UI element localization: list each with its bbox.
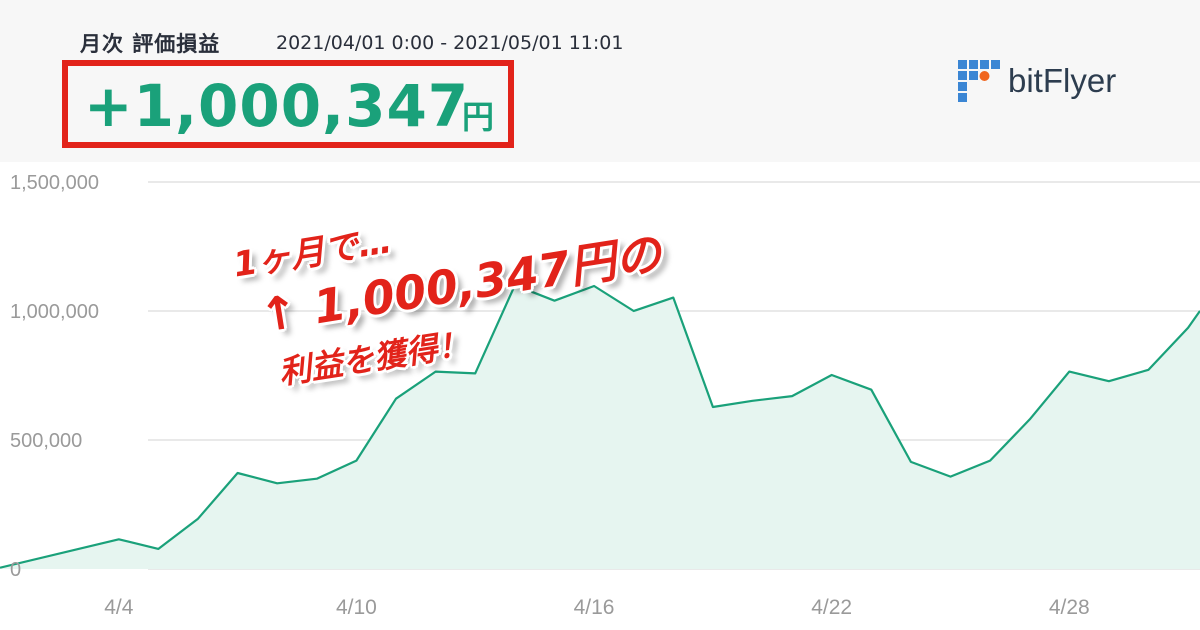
x-tick-label: 4/10: [336, 596, 377, 619]
pnl-unit: 円: [462, 98, 495, 136]
x-tick-label: 4/16: [574, 596, 615, 619]
period-title: 月次 評価損益: [80, 32, 221, 56]
pnl-area-chart: 0500,0001,000,0001,500,000 4/4 4/10 4/16 4/…: [0, 172, 1200, 619]
series-area-fill: [0, 285, 1200, 569]
bitflyer-logo-icon: [958, 60, 1000, 102]
bitflyer-logo: bitFlyer: [958, 60, 1158, 104]
date-range: 2021/04/01 0:00 - 2021/05/01 11:01: [276, 32, 624, 54]
pnl-highlight-box: +1,000,347 円: [62, 60, 514, 148]
brand-name: bitFlyer: [1008, 62, 1117, 99]
y-tick-label: 0: [10, 559, 21, 581]
pnl-value: +1,000,347: [84, 72, 470, 140]
x-tick-label: 4/22: [811, 596, 852, 619]
x-tick-label: 4/28: [1049, 596, 1090, 619]
y-tick-label: 1,000,000: [10, 301, 99, 323]
x-tick-label: 4/4: [104, 596, 134, 619]
y-axis-ticks: 0 500,000 1,000,000 1,500,000: [10, 172, 99, 581]
y-tick-label: 1,500,000: [10, 172, 99, 194]
x-axis-ticks: 4/4 4/10 4/16 4/22 4/28: [104, 596, 1090, 619]
y-tick-label: 500,000: [10, 430, 82, 452]
summary-header: 月次 評価損益 2021/04/01 0:00 - 2021/05/01 11:…: [0, 0, 1200, 162]
